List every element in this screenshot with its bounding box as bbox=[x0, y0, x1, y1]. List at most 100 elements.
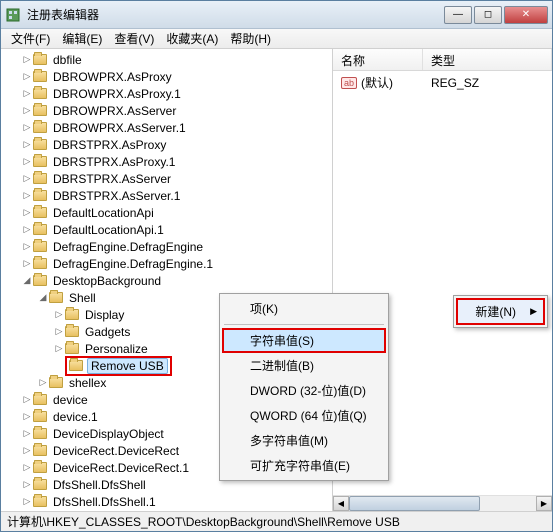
expand-icon[interactable]: ▷ bbox=[21, 411, 33, 422]
expand-icon[interactable]: ▷ bbox=[21, 428, 33, 439]
folder-icon bbox=[65, 309, 79, 320]
tree-node[interactable]: ▷DefaultLocationApi bbox=[5, 204, 332, 221]
tree-node[interactable]: ▷DBRSTPRX.AsProxy bbox=[5, 136, 332, 153]
tree-node-label: Display bbox=[83, 308, 126, 322]
tree-node-label: DBRSTPRX.AsProxy.1 bbox=[51, 155, 177, 169]
submenu-item[interactable]: 二进制值(B) bbox=[222, 353, 386, 378]
menu-help[interactable]: 帮助(H) bbox=[224, 28, 277, 49]
folder-icon bbox=[33, 479, 47, 490]
folder-icon bbox=[69, 360, 83, 371]
expand-icon[interactable]: ▷ bbox=[21, 173, 33, 184]
expand-icon[interactable]: ▷ bbox=[21, 445, 33, 456]
values-hscroll[interactable]: ◀ ▶ bbox=[333, 495, 552, 511]
expand-icon[interactable]: ▷ bbox=[21, 258, 33, 269]
tree-node[interactable]: ▷DBROWPRX.AsProxy bbox=[5, 68, 332, 85]
titlebar[interactable]: 注册表编辑器 — ◻ ✕ bbox=[1, 1, 552, 29]
folder-icon bbox=[33, 139, 47, 150]
folder-icon bbox=[33, 224, 47, 235]
submenu-item[interactable]: 字符串值(S) bbox=[222, 328, 386, 353]
window-controls: — ◻ ✕ bbox=[444, 6, 548, 24]
minimize-button[interactable]: — bbox=[444, 6, 472, 24]
tree-node[interactable]: ▷ DBROWPRX.AsProxy.1 bbox=[5, 85, 332, 102]
menu-favorites[interactable]: 收藏夹(A) bbox=[160, 28, 224, 49]
tree-node-label: shellex bbox=[67, 376, 108, 390]
tree-node[interactable]: ▷ DBROWPRX.AsServer.1 bbox=[5, 119, 332, 136]
tree-node-label: DBRSTPRX.AsServer.1 bbox=[51, 189, 182, 203]
expand-icon[interactable]: ▷ bbox=[21, 156, 33, 167]
values-header: 名称 类型 bbox=[333, 49, 552, 71]
tree-node-label: DefaultLocationApi.1 bbox=[51, 223, 166, 237]
submenu-item[interactable]: 可扩充字符串值(E) bbox=[222, 453, 386, 478]
tree-node-label: device.1 bbox=[51, 410, 100, 424]
tree-node-label: Gadgets bbox=[83, 325, 132, 339]
tree-node-label: DfsShell.DfsShell bbox=[51, 478, 148, 492]
expand-icon[interactable]: ▷ bbox=[21, 224, 33, 235]
status-path: 计算机\HKEY_CLASSES_ROOT\DesktopBackground\… bbox=[7, 513, 400, 530]
tree-node-label: DBROWPRX.AsServer.1 bbox=[51, 121, 188, 135]
tree-node[interactable]: ▷ DBRSTPRX.AsProxy.1 bbox=[5, 153, 332, 170]
folder-icon bbox=[33, 462, 47, 473]
col-name[interactable]: 名称 bbox=[333, 49, 423, 70]
expand-icon[interactable]: ▷ bbox=[21, 241, 33, 252]
expand-icon[interactable]: ▷ bbox=[53, 309, 65, 320]
tree-node[interactable]: ▷DefragEngine.DefragEngine bbox=[5, 238, 332, 255]
tree-node[interactable]: ▷ DfsShell.DfsShell.1 bbox=[5, 493, 332, 510]
tree-node[interactable]: ▷DBRSTPRX.AsServer bbox=[5, 170, 332, 187]
expand-icon[interactable]: ▷ bbox=[21, 496, 33, 507]
menu-edit[interactable]: 编辑(E) bbox=[56, 28, 108, 49]
tree-node-label: DfsShell.DfsShell.1 bbox=[51, 495, 158, 509]
expand-icon[interactable]: ▷ bbox=[21, 105, 33, 116]
submenu-item[interactable]: DWORD (32-位)值(D) bbox=[222, 378, 386, 403]
folder-icon bbox=[33, 122, 47, 133]
expand-icon[interactable]: ▷ bbox=[21, 190, 33, 201]
scroll-left-button[interactable]: ◀ bbox=[333, 496, 349, 511]
tree-node[interactable]: ▷ DBRSTPRX.AsServer.1 bbox=[5, 187, 332, 204]
tree-node[interactable]: ◢ DesktopBackground bbox=[5, 272, 332, 289]
expand-icon[interactable]: ▷ bbox=[21, 139, 33, 150]
expand-icon[interactable]: ▷ bbox=[53, 326, 65, 337]
expand-icon[interactable]: ▷ bbox=[37, 377, 49, 388]
menu-view[interactable]: 查看(V) bbox=[108, 28, 160, 49]
value-row[interactable]: ab (默认) REG_SZ bbox=[335, 73, 550, 92]
folder-icon bbox=[33, 258, 47, 269]
tree-node-label: DeviceRect.DeviceRect bbox=[51, 444, 181, 458]
collapse-icon[interactable]: ◢ bbox=[37, 292, 49, 303]
expand-icon[interactable]: ▷ bbox=[21, 479, 33, 490]
tree-node[interactable]: ▷DefragEngine.DefragEngine.1 bbox=[5, 255, 332, 272]
scroll-track[interactable] bbox=[349, 496, 536, 511]
menu-new[interactable]: 新建(N) ▶ bbox=[456, 298, 545, 325]
folder-icon bbox=[33, 411, 47, 422]
expand-icon[interactable]: ▷ bbox=[21, 54, 33, 65]
folder-icon bbox=[33, 496, 47, 507]
scroll-right-button[interactable]: ▶ bbox=[536, 496, 552, 511]
expand-icon[interactable]: ▷ bbox=[21, 122, 33, 133]
submenu-item[interactable]: 项(K) bbox=[222, 296, 386, 321]
menu-file[interactable]: 文件(F) bbox=[5, 28, 56, 49]
expand-icon[interactable]: ▷ bbox=[53, 343, 65, 354]
regedit-window: 注册表编辑器 — ◻ ✕ 文件(F) 编辑(E) 查看(V) 收藏夹(A) 帮助… bbox=[0, 0, 553, 532]
scroll-thumb[interactable] bbox=[349, 496, 480, 511]
menu-new-label: 新建(N) bbox=[475, 303, 516, 320]
submenu-item[interactable]: QWORD (64 位)值(Q) bbox=[222, 403, 386, 428]
expand-icon[interactable]: ▷ bbox=[21, 71, 33, 82]
expand-icon[interactable]: ▷ bbox=[21, 88, 33, 99]
tree-node-label: dbfile bbox=[51, 53, 84, 67]
folder-icon bbox=[33, 88, 47, 99]
tree-node[interactable]: ▷DBROWPRX.AsServer bbox=[5, 102, 332, 119]
expand-icon[interactable]: ▷ bbox=[21, 207, 33, 218]
tree-node[interactable]: ▷ DefaultLocationApi.1 bbox=[5, 221, 332, 238]
submenu-item[interactable]: 多字符串值(M) bbox=[222, 428, 386, 453]
maximize-button[interactable]: ◻ bbox=[474, 6, 502, 24]
folder-icon bbox=[49, 377, 63, 388]
folder-icon bbox=[33, 207, 47, 218]
collapse-icon[interactable]: ◢ bbox=[21, 275, 33, 286]
value-type: REG_SZ bbox=[431, 76, 479, 90]
expand-icon[interactable]: ▷ bbox=[21, 394, 33, 405]
close-button[interactable]: ✕ bbox=[504, 6, 548, 24]
col-type[interactable]: 类型 bbox=[423, 49, 552, 70]
regedit-icon bbox=[5, 7, 21, 23]
tree-node-label: DBROWPRX.AsProxy.1 bbox=[51, 87, 183, 101]
expand-icon[interactable]: ▷ bbox=[21, 462, 33, 473]
tree-node-label: DesktopBackground bbox=[51, 274, 163, 288]
tree-node[interactable]: ▷ dbfile bbox=[5, 51, 332, 68]
